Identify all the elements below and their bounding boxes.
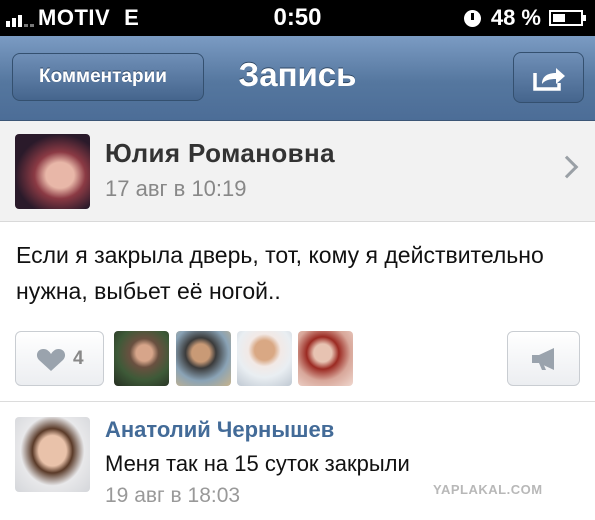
liker-avatar[interactable] bbox=[237, 331, 292, 386]
watermark: YAPLAKAL.COM bbox=[433, 482, 543, 497]
megaphone-icon bbox=[532, 348, 554, 370]
battery-icon bbox=[549, 10, 586, 26]
battery-percent: 48 % bbox=[490, 5, 541, 30]
liker-avatar[interactable] bbox=[298, 331, 353, 386]
clock-icon bbox=[463, 9, 481, 27]
comment-timestamp: 19 авг в 18:03 bbox=[105, 484, 241, 507]
commenter-avatar[interactable] bbox=[15, 417, 90, 492]
comment-author-name[interactable]: Анатолий Чернышев bbox=[105, 417, 334, 443]
author-avatar[interactable] bbox=[15, 134, 90, 209]
battery-fill bbox=[553, 14, 566, 22]
repost-button[interactable] bbox=[507, 331, 580, 386]
post-header[interactable]: Юлия Романовна 17 авг в 10:19 bbox=[0, 121, 595, 222]
back-button[interactable]: Комментарии bbox=[12, 53, 204, 101]
comment-text: Меня так на 15 суток закрыли bbox=[105, 451, 410, 476]
share-icon bbox=[533, 68, 565, 91]
post-timestamp: 17 авг в 10:19 bbox=[105, 176, 247, 201]
heart-icon bbox=[36, 349, 66, 371]
liker-avatar[interactable] bbox=[176, 331, 231, 386]
back-button-label: Комментарии bbox=[39, 66, 167, 87]
divider bbox=[0, 401, 595, 402]
navigation-bar: Комментарии Запись bbox=[0, 36, 595, 121]
status-right: 48 % bbox=[463, 5, 586, 31]
share-button[interactable] bbox=[513, 52, 584, 103]
post-text: Если я закрыла дверь, тот, кому я действ… bbox=[16, 242, 544, 304]
like-count: 4 bbox=[73, 348, 84, 369]
status-bar: MOTIV E 0:50 48 % bbox=[0, 0, 595, 36]
post-author-name[interactable]: Юлия Романовна bbox=[105, 138, 335, 169]
liker-avatar[interactable] bbox=[114, 331, 169, 386]
like-button[interactable]: 4 bbox=[15, 331, 104, 386]
chevron-right-icon bbox=[555, 155, 579, 179]
